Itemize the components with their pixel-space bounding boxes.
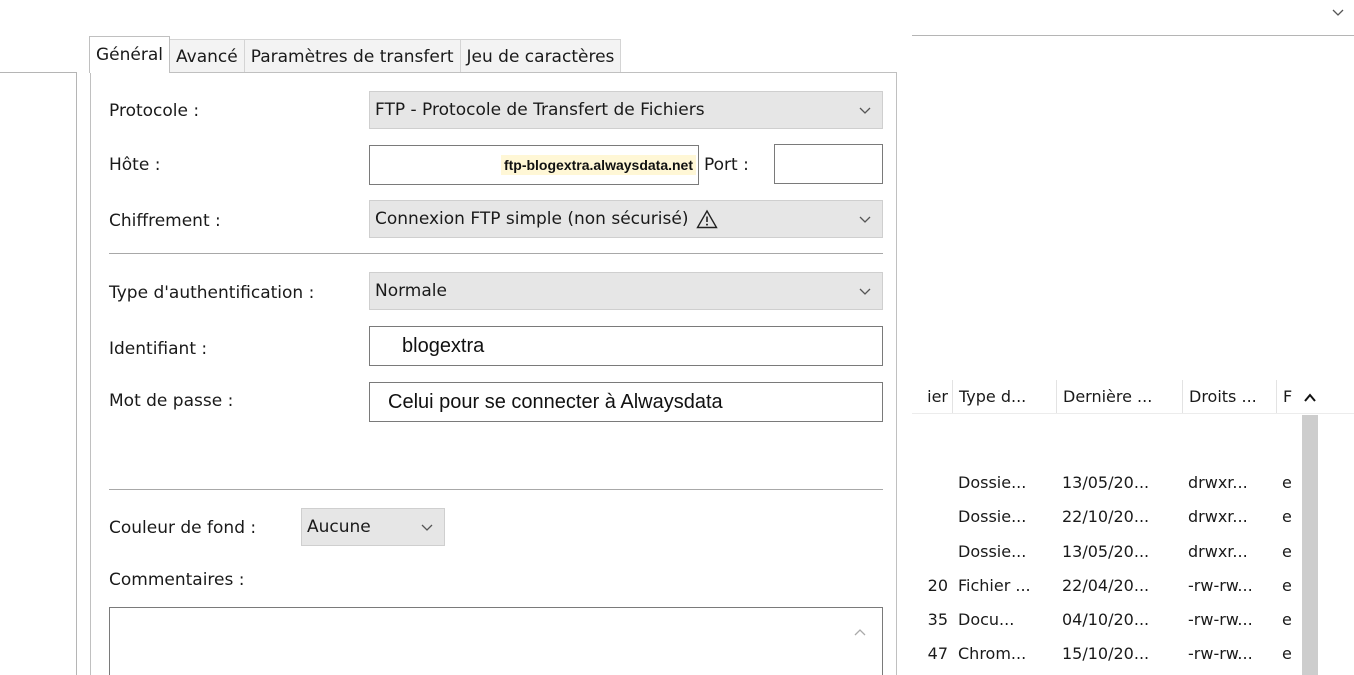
chevron-down-icon [859,288,871,295]
left-panel-border [0,72,76,73]
cell-size [912,468,952,496]
table-row[interactable]: 20 Fichier ... 22/04/20... -rw-rw... e [912,571,1354,599]
username-value: blogextra [402,334,485,357]
chevron-up-icon[interactable] [852,624,868,640]
cell-type: Docu... [958,609,1015,629]
cell-owner: e [1282,506,1292,526]
column-header-type[interactable]: Type d... [952,380,1056,413]
site-settings-tabs: Général Avancé Paramètres de transfert J… [89,36,622,73]
cell-permissions: -rw-rw... [1188,575,1253,595]
port-input[interactable] [774,144,883,184]
cell-permissions: drwxr... [1188,506,1248,526]
column-header-filesize[interactable]: ier [912,380,952,413]
table-row[interactable]: 35 Docu... 04/10/20... -rw-rw... e [912,605,1354,633]
tab-general[interactable]: Général [89,36,170,73]
encryption-label: Chiffrement : [109,211,221,231]
cell-size: 20 [927,575,948,595]
cell-owner: e [1282,575,1292,595]
cell-type: Fichier ... [958,575,1031,595]
cell-permissions: drwxr... [1188,541,1248,561]
cell-type: Dossie... [958,541,1027,561]
table-row[interactable]: Dossie... 22/10/20... drwxr... e [912,502,1354,530]
encryption-select[interactable]: Connexion FTP simple (non sécurisé) [369,200,883,238]
cell-type: Dossie... [958,506,1027,526]
chevron-down-icon [421,524,433,531]
cell-modified: 15/10/20... [1062,643,1150,663]
password-input[interactable]: Celui pour se connecter à Alwaysdata [369,382,883,422]
host-value: ftp-blogextra.alwaysdata.net [500,155,696,175]
cell-modified: 22/10/20... [1062,506,1150,526]
tab-transfer-settings[interactable]: Paramètres de transfert [243,39,461,73]
cell-size [912,502,952,530]
table-row[interactable]: 47 Chrom... 15/10/20... -rw-rw... e [912,639,1354,667]
column-header-permissions[interactable]: Droits ... [1182,380,1276,413]
cell-permissions: drwxr... [1188,472,1248,492]
scroll-up-button[interactable] [1298,388,1322,408]
cell-size: 47 [927,643,948,663]
cell-modified: 22/04/20... [1062,575,1150,595]
username-input[interactable]: blogextra [369,326,883,366]
host-input[interactable]: ftp-blogextra.alwaysdata.net [369,145,699,185]
left-panel-edge [76,72,77,675]
protocol-value: FTP - Protocole de Transfert de Fichiers [375,100,705,120]
comments-textarea[interactable] [109,607,883,675]
cell-modified: 04/10/20... [1062,609,1150,629]
auth-type-select[interactable]: Normale [369,272,883,310]
column-header-modified[interactable]: Dernière ... [1056,380,1182,413]
tab-advanced[interactable]: Avancé [169,39,245,73]
protocol-label: Protocole : [109,101,200,121]
cell-owner: e [1282,643,1292,663]
cell-owner: e [1282,609,1292,629]
warning-icon [696,209,719,229]
chevron-down-icon [859,216,871,223]
table-row[interactable]: Dossie... 13/05/20... drwxr... e [912,537,1354,565]
tab-charset[interactable]: Jeu de caractères [459,39,622,73]
auth-type-label: Type d'authentification : [109,283,315,303]
cell-type: Chrom... [958,643,1027,663]
protocol-select[interactable]: FTP - Protocole de Transfert de Fichiers [369,91,883,129]
background-color-select[interactable]: Aucune [301,508,445,546]
cell-owner: e [1282,541,1292,561]
file-list-header: ier Type d... Dernière ... Droits ... F [912,380,1354,414]
cell-type: Dossie... [958,472,1027,492]
cell-permissions: -rw-rw... [1188,643,1253,663]
cell-modified: 13/05/20... [1062,472,1150,492]
encryption-value: Connexion FTP simple (non sécurisé) [375,209,689,229]
separator [109,489,883,490]
cell-size [912,537,952,565]
cell-permissions: -rw-rw... [1188,609,1253,629]
chevron-up-icon [1304,393,1316,402]
remote-path-dropdown[interactable] [912,0,1354,36]
cell-size: 35 [927,609,948,629]
background-color-label: Couleur de fond : [109,518,257,538]
host-label: Hôte : [109,155,161,175]
background-color-value: Aucune [307,517,371,537]
password-value: Celui pour se connecter à Alwaysdata [388,390,723,413]
table-row[interactable]: Dossie... 13/05/20... drwxr... e [912,468,1354,496]
separator [109,253,883,254]
cell-owner: e [1282,472,1292,492]
general-settings-panel: Protocole : FTP - Protocole de Transfert… [90,72,897,675]
chevron-down-icon [859,107,871,114]
password-label: Mot de passe : [109,391,234,411]
port-label: Port : [704,155,749,175]
username-label: Identifiant : [109,339,208,359]
chevron-down-icon [1332,9,1344,16]
comments-label: Commentaires : [109,570,245,590]
cell-modified: 13/05/20... [1062,541,1150,561]
auth-type-value: Normale [375,281,447,301]
